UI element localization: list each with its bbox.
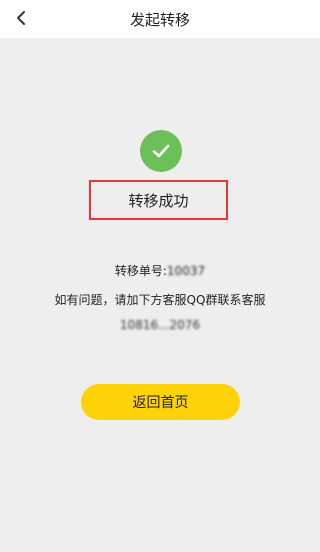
qq-group-number: 10816...2076 <box>0 318 320 332</box>
qq-group-value: 10816...2076 <box>119 318 201 332</box>
page-title: 发起转移 <box>129 10 190 29</box>
result-panel: 转移成功 转移单号:10037 如有问题，请加下方客服QQ群联系客服 10816… <box>0 38 320 552</box>
status-highlight-box: 转移成功 <box>89 180 228 220</box>
order-label: 转移单号: <box>114 264 167 278</box>
help-text: 如有问题，请加下方客服QQ群联系客服 <box>54 293 266 307</box>
chevron-left-icon <box>17 11 25 25</box>
order-number-line: 转移单号:10037 <box>0 262 320 279</box>
return-home-button[interactable]: 返回首页 <box>81 384 240 420</box>
top-bar: 发起转移 <box>0 0 320 38</box>
back-button[interactable] <box>10 6 34 30</box>
status-text: 转移成功 <box>128 191 189 210</box>
order-number: 10037 <box>166 264 206 278</box>
check-circle-icon <box>140 130 182 172</box>
